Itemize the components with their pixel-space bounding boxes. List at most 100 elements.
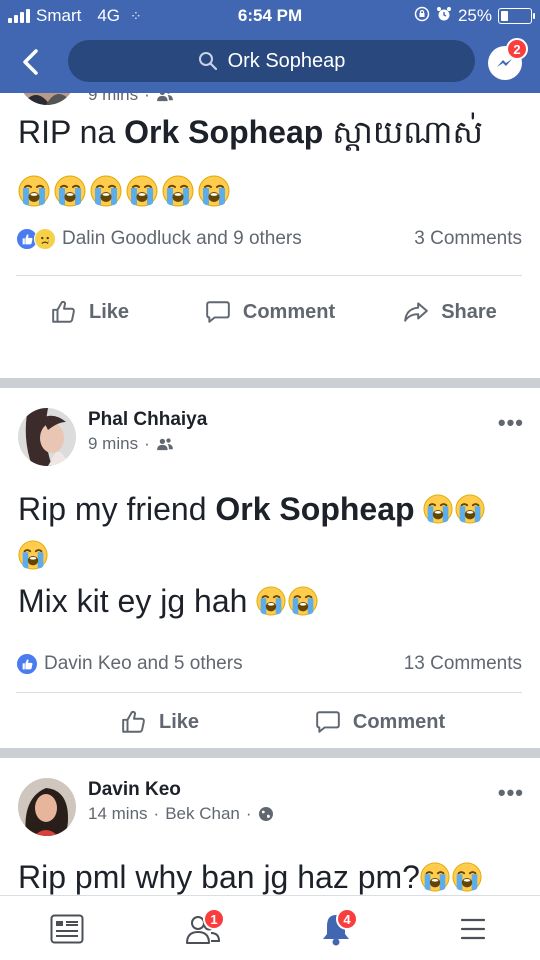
comment-button[interactable]: Comment <box>270 697 490 747</box>
battery-percent: 25% <box>457 6 492 25</box>
reaction-icons <box>16 228 56 250</box>
tab-friend-requests[interactable]: 1 <box>173 906 233 952</box>
post-actions: Like Comment <box>0 697 540 747</box>
share-icon <box>403 299 429 325</box>
post-meta: 9 mins · <box>88 434 174 454</box>
feed-post: Phal Chhaiya 9 mins · ••• Rip my friend … <box>0 388 540 748</box>
post-text-body: Rip pml why ban jg haz pm? <box>18 859 420 895</box>
emoji-row <box>18 175 230 207</box>
post-text: RIP na Ork Sopheap ស្តាយណាស់ <box>18 109 524 155</box>
news-feed-icon <box>50 914 84 944</box>
reaction-icons <box>16 653 38 675</box>
author-name[interactable]: Davin Keo <box>88 779 181 801</box>
divider-line <box>16 692 522 693</box>
thumbs-up-icon <box>121 709 147 735</box>
crying-emoji-icon <box>198 175 230 207</box>
crying-emoji-icon <box>18 175 50 207</box>
more-options-button[interactable]: ••• <box>498 410 524 436</box>
feed-post: Davin Keo 14 mins · Bek Chan · ••• Rip p… <box>0 758 540 895</box>
search-bar[interactable]: Ork Sopheap <box>68 40 475 82</box>
news-feed[interactable]: 9 mins · RIP na Ork Sopheap ស្តាយណាស់ Da… <box>0 93 540 895</box>
nav-bar: Ork Sopheap 2 <box>0 38 540 86</box>
post-separator <box>0 748 540 758</box>
like-label: Like <box>88 300 130 323</box>
more-options-button[interactable]: ••• <box>498 780 524 806</box>
post-location[interactable]: Bek Chan <box>165 804 240 824</box>
post-line-2: Mix kit ey jg hah <box>18 578 524 624</box>
status-right: 25% <box>414 6 535 26</box>
thumbs-up-icon <box>51 299 77 325</box>
rotation-lock-icon <box>414 6 430 26</box>
tagged-name[interactable]: Ork Sopheap <box>215 491 414 527</box>
post-actions: Like Comment Share <box>0 287 540 337</box>
avatar[interactable] <box>18 93 76 105</box>
post-time[interactable]: 9 mins <box>88 93 138 105</box>
crying-emoji-icon <box>288 586 318 616</box>
sad-reaction-icon <box>34 228 56 250</box>
post-meta: 14 mins · Bek Chan · <box>88 804 274 824</box>
friend-requests-badge: 1 <box>203 908 225 930</box>
tab-news-feed[interactable] <box>37 906 97 952</box>
friends-icon <box>156 437 174 451</box>
battery-fill <box>501 11 508 21</box>
comment-label: Comment <box>352 710 446 733</box>
post-line-1: Rip my friend Ork Sopheap <box>18 486 524 578</box>
crying-emoji-icon <box>420 862 450 892</box>
bottom-tab-bar: 1 4 <box>0 895 540 960</box>
share-label: Share <box>441 300 497 323</box>
like-reaction-icon <box>16 653 38 675</box>
crying-emoji-icon <box>452 862 482 892</box>
alarm-icon <box>436 6 452 26</box>
comments-count[interactable]: 3 Comments <box>414 228 522 250</box>
back-button[interactable] <box>14 44 46 80</box>
status-bar: Smart 4G ⁘ 6:54 PM 25% <box>0 0 540 32</box>
crying-emoji-icon <box>18 540 48 570</box>
post-text-prefix: Rip my friend <box>18 491 216 527</box>
comment-icon <box>205 299 231 325</box>
notifications-badge: 4 <box>336 908 358 930</box>
crying-emoji-icon <box>423 494 453 524</box>
avatar[interactable] <box>18 408 76 466</box>
post-text-line2: Mix kit ey jg hah <box>18 583 248 619</box>
comment-button[interactable]: Comment <box>180 287 360 337</box>
comment-icon <box>315 709 341 735</box>
post-text-prefix: RIP na <box>18 114 125 150</box>
search-query: Ork Sopheap <box>227 49 346 72</box>
post-text: Rip my friend Ork Sopheap Mix kit ey jg … <box>18 486 524 624</box>
crying-emoji-icon <box>54 175 86 207</box>
post-text-suffix: ស្តាយណាស់ <box>323 114 483 150</box>
reactions-text: Dalin Goodluck and 9 others <box>62 228 302 249</box>
like-label: Like <box>158 710 200 733</box>
app-header: Smart 4G ⁘ 6:54 PM 25% Ork Sopheap 2 <box>0 0 540 93</box>
like-button[interactable]: Like <box>0 287 180 337</box>
search-icon <box>198 52 217 71</box>
post-time[interactable]: 14 mins <box>88 804 148 824</box>
comment-label: Comment <box>242 300 336 323</box>
crying-emoji-icon <box>126 175 158 207</box>
messenger-button[interactable]: 2 <box>486 38 528 82</box>
crying-emoji-icon <box>455 494 485 524</box>
divider-line <box>16 275 522 276</box>
tagged-name[interactable]: Ork Sopheap <box>124 114 323 150</box>
share-button[interactable]: Share <box>360 287 540 337</box>
avatar[interactable] <box>18 778 76 836</box>
reaction-summary[interactable]: Davin Keo and 5 others 13 Comments <box>16 649 522 679</box>
reaction-summary[interactable]: Dalin Goodluck and 9 others 3 Comments <box>16 224 522 254</box>
feed-post: 9 mins · RIP na Ork Sopheap ស្តាយណាស់ Da… <box>0 93 540 378</box>
post-meta: 9 mins · <box>88 93 174 105</box>
menu-icon <box>460 918 486 940</box>
post-time[interactable]: 9 mins <box>88 434 138 454</box>
globe-icon <box>258 807 273 821</box>
author-name[interactable]: Phal Chhaiya <box>88 409 207 431</box>
crying-emoji-icon <box>256 586 286 616</box>
tab-notifications[interactable]: 4 <box>306 906 366 952</box>
comments-count[interactable]: 13 Comments <box>404 653 522 675</box>
battery-icon <box>498 8 535 24</box>
like-button[interactable]: Like <box>50 697 270 747</box>
friends-icon <box>156 93 174 102</box>
crying-emoji-icon <box>162 175 194 207</box>
chevron-left-icon <box>23 49 38 75</box>
post-separator <box>0 378 540 388</box>
tab-menu[interactable] <box>443 906 503 952</box>
crying-emoji-icon <box>90 175 122 207</box>
